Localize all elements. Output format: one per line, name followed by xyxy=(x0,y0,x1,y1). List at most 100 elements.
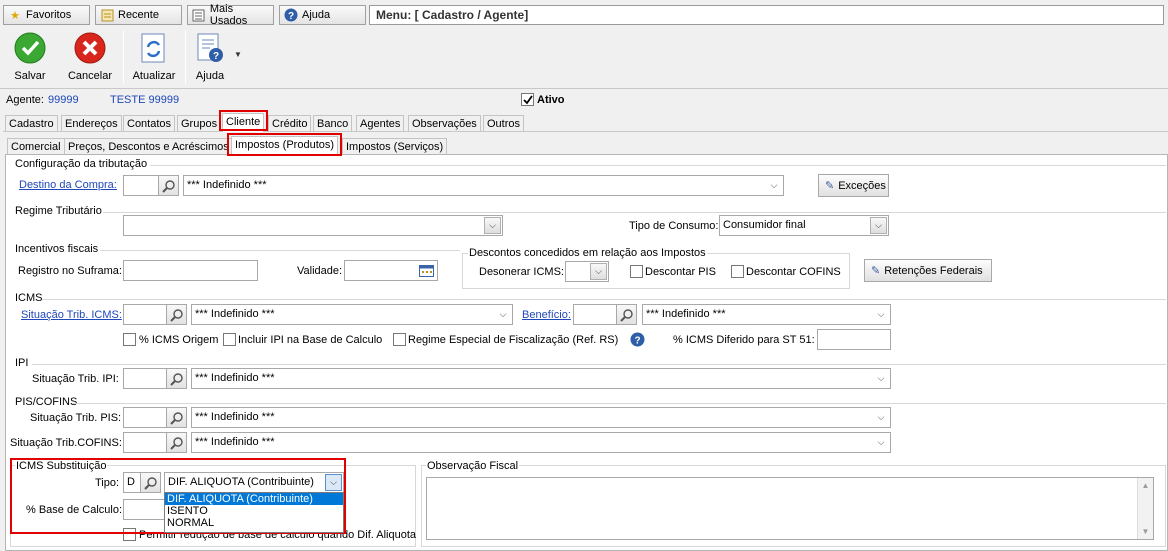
highlight-impostos-produtos xyxy=(227,133,342,156)
beneficio-search-button[interactable] xyxy=(616,304,637,325)
subtab-impostos-servicos[interactable]: Impostos (Serviços) xyxy=(342,138,448,155)
cancel-icon xyxy=(74,32,106,64)
tipo-option-normal[interactable]: NORMAL xyxy=(165,517,343,529)
beneficio-label[interactable]: Benefício: xyxy=(522,309,571,321)
subtab-precos[interactable]: Preços, Descontos e Acréscimos xyxy=(64,138,233,155)
obs-scrollbar[interactable]: ▲ ▼ xyxy=(1137,478,1153,539)
help-doc-icon: ? xyxy=(197,33,223,62)
ativo-label: Ativo xyxy=(537,94,565,106)
mais-usados-button[interactable]: Mais Usados xyxy=(187,3,274,27)
favoritos-label: Favoritos xyxy=(26,9,72,21)
destino-label[interactable]: Destino da Compra: xyxy=(19,179,117,191)
regime-select[interactable]: ⌵ xyxy=(123,215,503,236)
descontar-pis-checkbox[interactable] xyxy=(630,265,643,278)
tipo-option-dif-aliquota[interactable]: DIF. ALIQUOTA (Contribuinte) xyxy=(165,493,343,505)
salvar-label: Salvar xyxy=(14,70,46,82)
sit-ipi-search-button[interactable] xyxy=(166,368,187,389)
beneficio-select[interactable]: *** Indefinido *** ⌵ xyxy=(642,304,891,325)
cancelar-button[interactable]: Cancelar xyxy=(64,30,116,84)
sit-icms-search-button[interactable] xyxy=(166,304,187,325)
chevron-down-icon: ⌵ xyxy=(499,309,507,319)
sit-cofins-search-button[interactable] xyxy=(166,432,187,453)
recent-icon xyxy=(100,8,114,22)
retencoes-button[interactable]: ✎ Retenções Federais xyxy=(864,259,992,282)
tipo-option-isento[interactable]: ISENTO xyxy=(165,505,343,517)
sit-ipi-code-input[interactable] xyxy=(123,368,168,389)
destino-code-input[interactable] xyxy=(123,175,160,196)
tab-enderecos[interactable]: Endereços xyxy=(61,115,122,132)
chevron-down-icon: ⌵ xyxy=(590,263,607,280)
tab-grupos[interactable]: Grupos xyxy=(177,115,222,132)
config-title: Configuração da tributação xyxy=(14,158,149,170)
tipo-consumo-select[interactable]: Consumidor final ⌵ xyxy=(719,215,889,236)
chevron-down-icon: ⌵ xyxy=(770,180,778,190)
sit-ipi-value: *** Indefinido *** xyxy=(195,372,275,384)
chevron-down-icon: ⌵ xyxy=(484,217,501,234)
sit-cofins-label: Situação Trib.COFINS: xyxy=(10,437,122,449)
excecoes-button[interactable]: ✎ Exceções xyxy=(818,174,889,197)
sit-cofins-select[interactable]: *** Indefinido *** ⌵ xyxy=(191,432,891,453)
svg-text:?: ? xyxy=(634,336,640,347)
regime-especial-label: Regime Especial de Fiscalização (Ref. RS… xyxy=(408,334,619,346)
refresh-icon xyxy=(141,33,165,63)
search-icon xyxy=(619,308,633,322)
ajuda-button[interactable]: ? Ajuda xyxy=(190,30,230,84)
ajuda-dropdown-icon[interactable]: ▼ xyxy=(234,50,242,59)
search-icon xyxy=(169,308,183,322)
tipo-consumo-value: Consumidor final xyxy=(723,219,806,231)
edit-icon: ✎ xyxy=(871,265,881,277)
subtab-comercial[interactable]: Comercial xyxy=(7,138,65,155)
piscofins-title: PIS/COFINS xyxy=(14,396,79,408)
beneficio-code-input[interactable] xyxy=(573,304,618,325)
suframa-input[interactable] xyxy=(123,260,258,281)
ipi-base-label: Incluir IPI na Base de Calculo xyxy=(238,334,383,346)
regime-especial-checkbox[interactable] xyxy=(393,333,406,346)
tab-agentes[interactable]: Agentes xyxy=(356,115,405,132)
sit-icms-label[interactable]: Situação Trib. ICMS: xyxy=(21,309,122,321)
scroll-down-icon[interactable]: ▼ xyxy=(1138,527,1153,536)
edit-icon: ✎ xyxy=(825,180,835,192)
sit-icms-code-input[interactable] xyxy=(123,304,168,325)
tab-credito[interactable]: Crédito xyxy=(268,115,312,132)
search-icon xyxy=(169,372,183,386)
svg-text:?: ? xyxy=(213,51,219,62)
sit-ipi-select[interactable]: *** Indefinido *** ⌵ xyxy=(191,368,891,389)
tipo-consumo-label: Tipo de Consumo: xyxy=(629,220,719,232)
recente-button[interactable]: Recente xyxy=(95,5,182,25)
icms-origem-checkbox[interactable] xyxy=(123,333,136,346)
icms-diferido-input[interactable] xyxy=(817,329,891,350)
sit-cofins-code-input[interactable] xyxy=(123,432,168,453)
tab-observacoes[interactable]: Observações xyxy=(408,115,481,132)
ativo-checkbox[interactable] xyxy=(521,93,534,106)
descontar-cofins-checkbox[interactable] xyxy=(731,265,744,278)
incentivos-title: Incentivos fiscais xyxy=(14,243,100,255)
ipi-base-checkbox[interactable] xyxy=(223,333,236,346)
list-icon xyxy=(192,8,206,22)
descontos-title: Descontos concedidos em relação aos Impo… xyxy=(468,247,707,259)
calendar-icon[interactable] xyxy=(417,262,435,279)
obs-textarea[interactable] xyxy=(426,477,1154,540)
atualizar-button[interactable]: Atualizar xyxy=(130,30,178,84)
sit-pis-value: *** Indefinido *** xyxy=(195,411,275,423)
help-icon[interactable]: ? xyxy=(630,332,645,350)
validade-label: Validade: xyxy=(297,265,343,277)
sit-pis-select[interactable]: *** Indefinido *** ⌵ xyxy=(191,407,891,428)
favoritos-button[interactable]: ★ Favoritos xyxy=(3,5,90,25)
destino-search-button[interactable] xyxy=(158,175,179,196)
tab-contatos[interactable]: Contatos xyxy=(123,115,176,132)
ajuda-top-button[interactable]: ? Ajuda xyxy=(279,5,366,25)
desonerar-select[interactable]: ⌵ xyxy=(565,261,609,282)
tab-banco[interactable]: Banco xyxy=(313,115,353,132)
chevron-down-icon: ⌵ xyxy=(870,217,887,234)
sit-icms-select[interactable]: *** Indefinido *** ⌵ xyxy=(191,304,513,325)
search-icon xyxy=(169,411,183,425)
salvar-button[interactable]: Salvar xyxy=(6,30,54,84)
tab-cadastro[interactable]: Cadastro xyxy=(5,115,58,132)
descontar-cofins-label: Descontar COFINS xyxy=(746,266,841,278)
sit-pis-code-input[interactable] xyxy=(123,407,168,428)
scroll-up-icon[interactable]: ▲ xyxy=(1138,481,1153,490)
destino-select[interactable]: *** Indefinido *** ⌵ xyxy=(183,175,784,196)
sit-pis-search-button[interactable] xyxy=(166,407,187,428)
tab-outros[interactable]: Outros xyxy=(483,115,525,132)
chevron-down-icon: ⌵ xyxy=(877,437,885,447)
